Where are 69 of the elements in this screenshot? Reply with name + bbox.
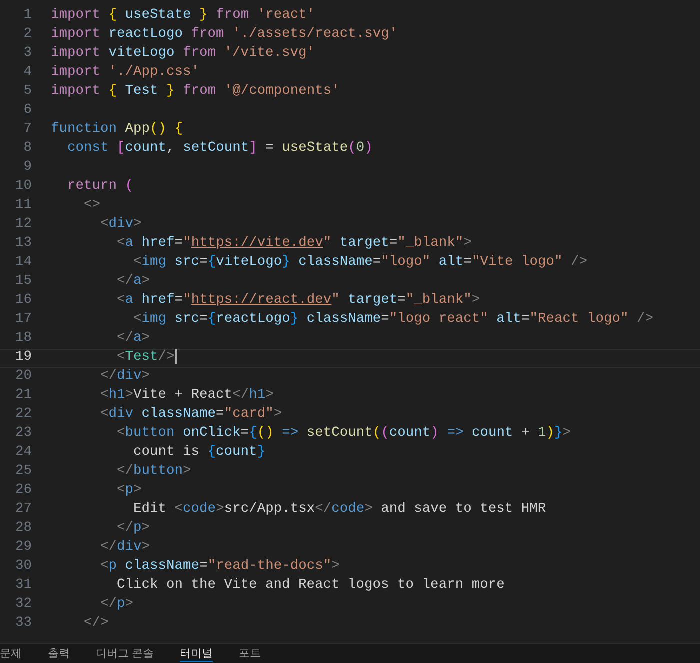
code-line: <img src={reactLogo} className="logo react" alt="React logo" /> bbox=[132, 311, 654, 330]
code-line: <a href="https://vite.dev" target="_blank"> bbox=[116, 235, 472, 254]
code-line: import './App.css' bbox=[51, 64, 200, 82]
line-number: 19 bbox=[14, 349, 32, 368]
code-line: </div> bbox=[100, 539, 150, 558]
code-line: <h1>Vite + React</h1> bbox=[100, 387, 274, 406]
line-number: 10 bbox=[14, 178, 32, 196]
code-line: <> bbox=[83, 197, 101, 216]
code-line: Edit <code>src/App.tsx</code> and save to test HMR bbox=[132, 501, 546, 520]
line-number: 3 bbox=[22, 45, 32, 64]
line-number: 32 bbox=[14, 596, 32, 614]
line-number: 14 bbox=[14, 254, 32, 272]
line-number: 21 bbox=[14, 387, 32, 406]
code-line: import { Test } from '@/components' bbox=[51, 83, 340, 102]
line-number: 11 bbox=[14, 197, 32, 216]
code-line: <img src={viteLogo} className="logo" alt="Vite logo" /> bbox=[132, 254, 588, 272]
panel-tab[interactable]: 문제 bbox=[0, 647, 22, 661]
code-line: </div> bbox=[100, 368, 150, 386]
line-number: 16 bbox=[14, 292, 32, 310]
code-line: import reactLogo from './assets/react.svg' bbox=[51, 26, 398, 44]
code-line: </a> bbox=[116, 273, 150, 292]
code-line: <p className="read-the-docs"> bbox=[100, 558, 340, 576]
code-line: </p> bbox=[116, 520, 150, 538]
line-number: 23 bbox=[14, 425, 32, 444]
line-number: 4 bbox=[22, 64, 32, 82]
code-line: </p> bbox=[100, 596, 134, 614]
code-line: <Test/> bbox=[116, 348, 177, 368]
code-line: <div className="card"> bbox=[100, 406, 282, 424]
line-number: 29 bbox=[14, 539, 32, 558]
line-number: 18 bbox=[14, 330, 32, 348]
line-number: 12 bbox=[14, 216, 32, 234]
line-number: 31 bbox=[14, 577, 32, 596]
code-line: </> bbox=[83, 615, 109, 634]
code-line: import viteLogo from '/vite.svg' bbox=[51, 45, 316, 64]
code-line: count is {count} bbox=[132, 444, 266, 462]
code-line: function App() { bbox=[51, 121, 184, 140]
line-number: 9 bbox=[22, 159, 32, 178]
code-line: <button onClick={() => setCount((count) => count + 1)}> bbox=[116, 425, 572, 444]
panel-tab[interactable]: 터미널 bbox=[180, 647, 214, 662]
line-number: 6 bbox=[22, 102, 32, 120]
panel-tab[interactable]: 디버그 콘솔 bbox=[96, 647, 154, 661]
line-number: 2 bbox=[22, 26, 32, 44]
line-number: 5 bbox=[22, 83, 32, 102]
line-number: 30 bbox=[14, 558, 32, 576]
code-line: </button> bbox=[116, 463, 192, 482]
code-line: </a> bbox=[116, 330, 150, 348]
code-line: <div> bbox=[100, 216, 142, 234]
panel-tab[interactable]: 포트 bbox=[239, 647, 262, 661]
line-number: 13 bbox=[14, 235, 32, 254]
code-line: import { useState } from 'react' bbox=[51, 7, 316, 26]
panel-tab[interactable]: 출력 bbox=[48, 647, 70, 661]
line-number: 28 bbox=[14, 520, 32, 538]
line-number: 25 bbox=[14, 463, 32, 482]
line-number: 22 bbox=[14, 406, 32, 424]
code-line: return ( bbox=[66, 178, 134, 196]
code-line: const [count, setCount] = useState(0) bbox=[66, 140, 373, 158]
line-number: 33 bbox=[14, 615, 32, 634]
line-number: 17 bbox=[14, 311, 32, 330]
line-number: 7 bbox=[22, 121, 32, 140]
line-number: 8 bbox=[22, 140, 32, 158]
line-number: 20 bbox=[14, 368, 32, 386]
code-line: <p> bbox=[116, 482, 142, 500]
line-number: 27 bbox=[14, 501, 32, 520]
code-line: <a href="https://react.dev" target="_blank"> bbox=[116, 292, 480, 310]
line-number: 24 bbox=[14, 444, 32, 462]
line-number: 26 bbox=[14, 482, 32, 500]
line-number: 1 bbox=[22, 7, 32, 26]
code-line: Click on the Vite and React logos to learn more bbox=[116, 577, 505, 596]
line-number: 15 bbox=[14, 273, 32, 292]
